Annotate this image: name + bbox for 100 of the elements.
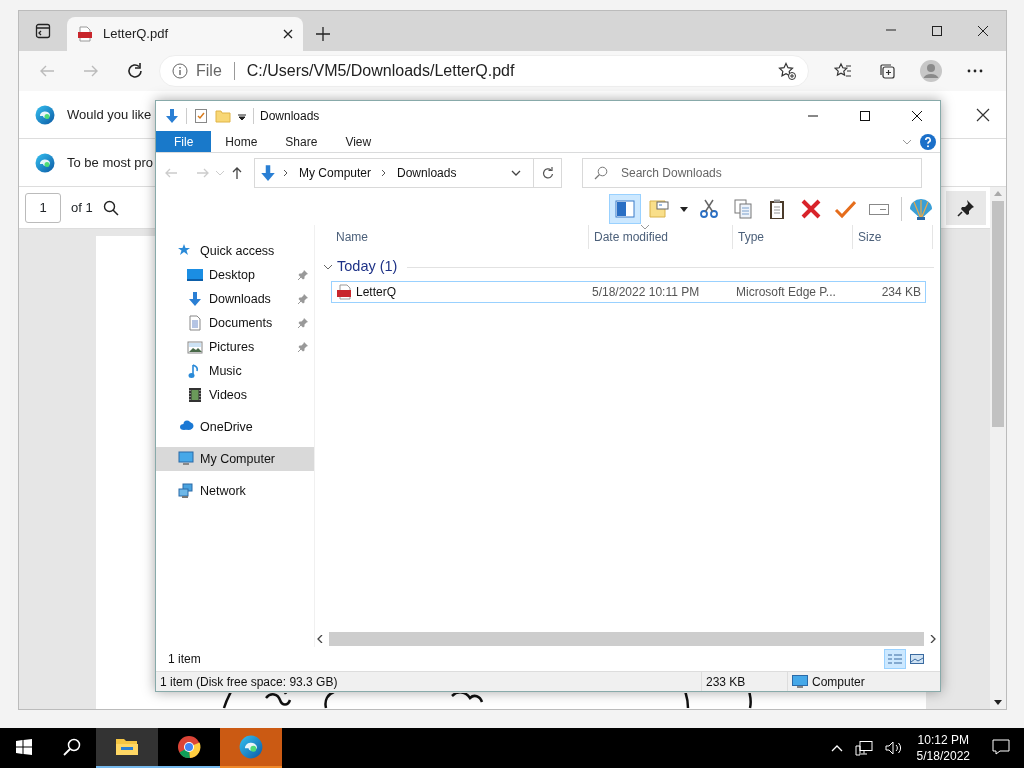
delete-icon — [800, 198, 822, 220]
download-arrow-icon — [259, 164, 277, 182]
sidebar-item[interactable]: Network — [156, 479, 314, 503]
info-bar-text: To be most pro — [67, 153, 153, 172]
maximize-icon[interactable] — [859, 110, 871, 122]
close-icon[interactable] — [283, 29, 293, 39]
up-arrow-icon[interactable] — [230, 166, 244, 180]
file-row[interactable]: LetterQ 5/18/2022 10:11 PM Microsoft Edge P... 234 KB — [331, 281, 926, 303]
shell-icon[interactable] — [908, 197, 934, 221]
clock[interactable]: 10:12 PM 5/18/2022 — [908, 728, 978, 768]
ribbon-tab[interactable]: View — [331, 131, 386, 152]
close-icon[interactable] — [911, 110, 923, 122]
ribbon-tab[interactable]: Home — [211, 131, 272, 152]
sidebar-item[interactable]: OneDrive — [156, 415, 314, 439]
chevron-icon — [381, 169, 388, 177]
column-header[interactable]: Name — [336, 228, 368, 246]
sidebar-item[interactable]: Videos — [156, 383, 314, 407]
pin-icon[interactable] — [298, 342, 308, 352]
properties-icon[interactable] — [193, 108, 209, 124]
refresh-icon[interactable] — [126, 62, 144, 80]
new-tab-icon[interactable] — [316, 27, 330, 41]
sidebar-item[interactable]: Downloads — [156, 287, 314, 311]
close-icon[interactable] — [977, 25, 989, 37]
computer-icon — [178, 451, 194, 467]
properties-icon — [648, 198, 670, 220]
line-drawing — [264, 693, 294, 709]
address-bar[interactable]: File C:/Users/VM5/Downloads/LetterQ.pdf — [159, 55, 809, 87]
type-cell-text: Microsoft Edge P... — [735, 284, 837, 301]
url-scheme: File — [196, 61, 222, 81]
date-cell-text: 5/18/2022 10:11 PM — [591, 284, 701, 301]
message-icon — [992, 739, 1010, 755]
collections-icon[interactable] — [878, 62, 896, 80]
pdf-file-icon — [77, 26, 93, 42]
film-icon — [187, 387, 203, 403]
window-title: Downloads — [260, 108, 320, 125]
search-icon — [594, 166, 608, 180]
favorites-icon[interactable] — [834, 62, 852, 80]
sidebar-item[interactable]: Desktop — [156, 263, 314, 287]
collapse-chevron-icon[interactable] — [323, 264, 333, 270]
ribbon-tab[interactable]: File — [156, 131, 212, 152]
tab-actions-icon[interactable] — [35, 23, 51, 39]
scroll-down-icon[interactable] — [994, 700, 1002, 705]
network-icon — [178, 483, 194, 499]
preview-pane-icon — [614, 198, 636, 220]
pin-button[interactable] — [946, 190, 986, 225]
edge-logo-icon — [35, 152, 55, 173]
volume-icon[interactable] — [884, 740, 903, 756]
ribbon-tab[interactable]: Share — [271, 131, 332, 152]
picture-icon — [187, 339, 203, 355]
dropdown-caret-icon[interactable] — [237, 111, 247, 121]
scroll-right-icon[interactable] — [930, 635, 936, 643]
breadcrumb-item[interactable]: My Computer — [299, 164, 372, 182]
pdf-file-icon — [336, 284, 352, 300]
pin-icon[interactable] — [298, 294, 308, 304]
download-arrow-icon[interactable] — [164, 108, 180, 124]
breadcrumb-item[interactable]: Downloads — [397, 164, 457, 182]
search-icon[interactable] — [102, 199, 119, 216]
network-icon[interactable] — [854, 740, 873, 756]
scroll-left-icon[interactable] — [317, 635, 323, 643]
sidebar-item[interactable]: Quick access — [156, 239, 314, 263]
help-icon[interactable] — [920, 133, 936, 150]
search-field[interactable]: Search Downloads — [582, 158, 922, 188]
pin-icon[interactable] — [298, 270, 308, 280]
chrome-logo-icon — [177, 735, 201, 759]
page-number-field[interactable]: 1 — [25, 192, 61, 223]
profile-avatar-icon[interactable] — [920, 60, 942, 82]
windows-logo-icon — [16, 739, 32, 755]
info-bar-text: Would you like — [67, 105, 152, 124]
info-icon[interactable] — [172, 63, 188, 79]
checkmark-icon — [834, 198, 856, 220]
dropdown-chevron-icon[interactable] — [511, 170, 521, 176]
scrollbar-thumb[interactable] — [992, 201, 1004, 427]
taskbar-app[interactable] — [96, 728, 158, 768]
sidebar-item[interactable]: My Computer — [156, 447, 314, 471]
expand-ribbon-icon[interactable] — [902, 138, 912, 145]
details-view-icon — [887, 653, 903, 665]
tab-title: LetterQ.pdf — [103, 25, 169, 44]
status-size: 233 KB — [706, 673, 746, 691]
pin-icon — [957, 198, 975, 217]
page-count: of 1 — [71, 198, 93, 217]
copy-icon — [732, 198, 754, 220]
column-header[interactable]: Type — [738, 228, 764, 246]
column-header[interactable]: Date modified — [594, 228, 669, 246]
maximize-icon[interactable] — [931, 25, 943, 37]
download-arrow-icon — [187, 291, 203, 307]
favorite-add-icon[interactable] — [778, 62, 796, 80]
url-text: C:/Users/VM5/Downloads/LetterQ.pdf — [246, 61, 515, 81]
sidebar-item[interactable]: Music — [156, 359, 314, 383]
sidebar-item[interactable]: Pictures — [156, 335, 314, 359]
search-icon — [63, 738, 81, 756]
address-field[interactable]: My Computer Downloads — [254, 158, 562, 188]
sidebar-item[interactable]: Documents — [156, 311, 314, 335]
close-icon[interactable] — [976, 107, 990, 122]
pin-icon[interactable] — [298, 318, 308, 328]
browser-tab[interactable]: LetterQ.pdf — [67, 17, 303, 51]
column-header[interactable]: Size — [858, 228, 882, 246]
computer-icon — [792, 674, 808, 689]
status-text: 1 item (Disk free space: 93.3 GB) — [160, 673, 338, 691]
chevron-up-icon[interactable] — [830, 744, 843, 752]
scrollbar-thumb[interactable] — [329, 632, 924, 646]
